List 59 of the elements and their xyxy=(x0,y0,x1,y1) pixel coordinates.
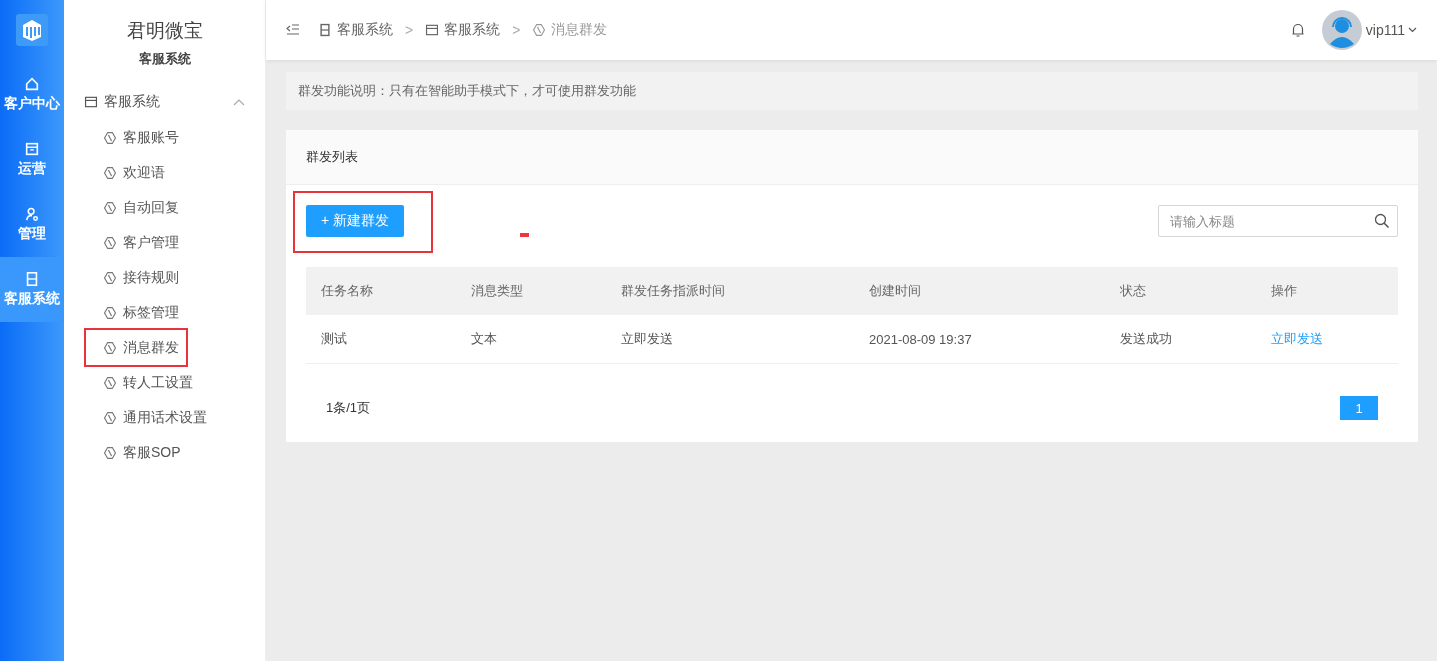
breadcrumb-separator: > xyxy=(512,22,521,38)
hexagon-icon xyxy=(103,200,117,215)
table-cell-text: 立即发送 xyxy=(620,330,674,348)
column-header: 创建时间 xyxy=(868,282,922,300)
search-field[interactable]: 请输入标题 xyxy=(1158,205,1398,237)
window-icon xyxy=(84,95,98,109)
chevron-down-icon xyxy=(1408,27,1417,33)
page-summary: 1条/1页 xyxy=(326,399,371,417)
hexagon-icon xyxy=(103,445,117,460)
hexagon-icon xyxy=(103,165,117,180)
table-cell-text: 文本 xyxy=(470,330,498,348)
sidebar-nav-item[interactable]: 客服SOP xyxy=(64,435,265,470)
hexagon-icon xyxy=(532,23,547,37)
app-name: 君明微宝 xyxy=(125,19,204,43)
house-icon xyxy=(24,76,40,92)
breadcrumb-separator: > xyxy=(405,22,414,38)
column-header: 消息类型 xyxy=(470,282,524,300)
hexagon-icon xyxy=(103,235,117,250)
avatar-icon xyxy=(1321,10,1362,50)
breadcrumb-link[interactable]: 客服系统 xyxy=(425,21,501,39)
system-subtitle: 客服系统 xyxy=(137,50,192,68)
rail-nav-item[interactable]: 客户中心 xyxy=(0,62,64,127)
sidebar-nav-item[interactable]: 欢迎语 xyxy=(64,155,265,190)
sidebar-nav-item[interactable]: 消息群发 xyxy=(86,330,186,365)
user-gear-icon xyxy=(24,206,40,222)
column-header: 任务名称 xyxy=(320,282,374,300)
sidebar-nav-item[interactable]: 客户管理 xyxy=(64,225,265,260)
column-header: 群发任务指派时间 xyxy=(620,282,726,300)
breadcrumb-link[interactable]: 客服系统 xyxy=(318,21,393,39)
search-icon xyxy=(1374,213,1390,229)
hexagon-icon xyxy=(103,340,117,355)
window-icon xyxy=(425,23,440,37)
nav-group-header[interactable]: 客服系统 xyxy=(84,90,245,114)
card-title: 群发列表 xyxy=(286,130,1418,185)
sidebar-nav-item[interactable]: 自动回复 xyxy=(64,190,265,225)
hexagon-icon xyxy=(103,410,117,425)
panel-icon xyxy=(318,23,332,37)
sidebar-nav-item[interactable]: 标签管理 xyxy=(64,295,265,330)
table-cell-text: 发送成功 xyxy=(1119,330,1173,348)
sidebar-nav-item[interactable]: 客服账号 xyxy=(64,120,265,155)
archive-box-icon xyxy=(24,141,40,157)
sidebar-nav-item[interactable]: 接待规则 xyxy=(64,260,265,295)
hexagon-icon xyxy=(103,305,117,320)
table-cell-text: 测试 xyxy=(320,330,348,348)
panel-icon xyxy=(24,271,40,287)
sidebar-nav-item[interactable]: 转人工设置 xyxy=(64,365,265,400)
column-header: 状态 xyxy=(1119,282,1147,300)
menu-collapse-icon[interactable] xyxy=(286,24,300,36)
sidebar-nav-item[interactable]: 通用话术设置 xyxy=(64,400,265,435)
hexagon-icon xyxy=(103,130,117,145)
user-menu[interactable]: vip111 xyxy=(1321,10,1417,50)
column-header: 操作 xyxy=(1270,282,1298,300)
hexagon-icon xyxy=(103,270,117,285)
table-cell-text: 2021-08-09 19:37 xyxy=(868,331,973,347)
hexagon-icon xyxy=(103,375,117,390)
app-logo-icon xyxy=(16,14,48,46)
rail-nav-item[interactable]: 运营 xyxy=(0,127,64,192)
notice-bar: 群发功能说明：只有在智能助手模式下，才可使用群发功能 xyxy=(286,72,1418,110)
rail-nav-item[interactable]: 管理 xyxy=(0,192,64,257)
